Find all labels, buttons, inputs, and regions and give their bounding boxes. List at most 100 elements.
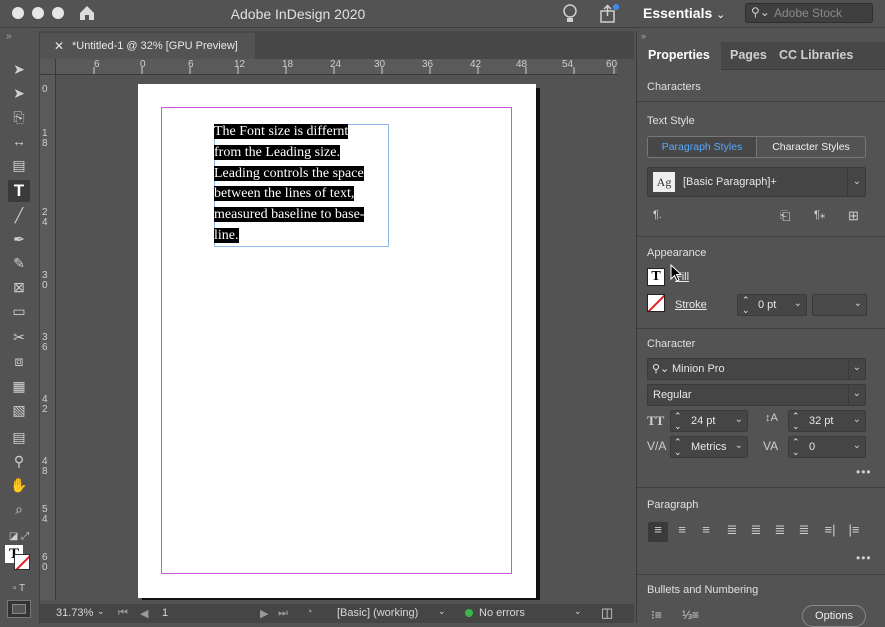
selected-text[interactable]: The Font size is differnt from the Leadi…: [214, 122, 390, 247]
tab-properties[interactable]: Properties: [648, 48, 710, 62]
open-page-icon[interactable]: ◔: [306, 606, 313, 618]
free-transform-tool-icon[interactable]: ⧈: [8, 350, 30, 372]
stepper-icon[interactable]: ⌃ ⌄: [742, 295, 750, 315]
align-right-icon[interactable]: ≡: [696, 522, 716, 542]
ruler-label: 24: [330, 59, 342, 70]
bullet-list-icon[interactable]: ⁝≡: [651, 608, 662, 622]
page-number[interactable]: 1: [162, 607, 168, 619]
document-page[interactable]: The Font size is differnt from the Leadi…: [138, 84, 536, 598]
paragraph-styles-button[interactable]: Paragraph Styles: [648, 137, 757, 157]
line-tool-icon[interactable]: ╱: [8, 204, 30, 226]
divider: [637, 328, 885, 329]
font-size-field[interactable]: ⌃ ⌄ 24 pt ⌄: [670, 410, 748, 432]
align-center-icon[interactable]: ≡: [672, 522, 692, 542]
first-page-icon[interactable]: ⏮: [118, 607, 128, 620]
fill-swatch[interactable]: T: [647, 268, 665, 286]
page-tool-icon[interactable]: ⎘: [8, 106, 30, 128]
last-page-icon[interactable]: ⏭: [278, 607, 288, 620]
vertical-ruler[interactable]: 0 1 8 2 4 3 0 3 6 4 2 4 8 5 4 6 0: [40, 75, 56, 600]
ruler-label: 36: [422, 59, 434, 70]
chevron-down-icon[interactable]: ⌄: [794, 298, 802, 309]
chevron-down-icon[interactable]: ⌄: [735, 440, 743, 451]
collapse-icon[interactable]: »: [6, 31, 12, 42]
align-away-from-spine-icon[interactable]: |≡: [844, 522, 864, 542]
document-tab[interactable]: ✕ *Untitled-1 @ 32% [GPU Preview]: [40, 33, 255, 59]
gradient-tool-icon[interactable]: ▦: [8, 375, 30, 397]
stepper-icon[interactable]: ⌃ ⌄: [792, 437, 800, 457]
tab-pages[interactable]: Pages: [730, 48, 767, 62]
zoom-tool-icon[interactable]: ⌕: [8, 498, 30, 520]
adobe-stock-search[interactable]: ⚲⌄ Adobe Stock: [745, 3, 873, 23]
leading-value: 32 pt: [809, 415, 834, 427]
note-tool-icon[interactable]: ▤: [8, 426, 30, 448]
content-collector-icon[interactable]: ▤: [8, 154, 30, 176]
more-options-icon[interactable]: •••: [856, 551, 872, 565]
stepper-icon[interactable]: ⌃ ⌄: [792, 411, 800, 431]
chevron-down-icon[interactable]: ⌄: [97, 606, 105, 617]
create-style-icon[interactable]: ⎗: [780, 208, 790, 224]
chevron-down-icon[interactable]: ⌄: [853, 414, 861, 425]
rectangle-tool-icon[interactable]: ▭: [8, 300, 30, 322]
screen-mode-icon[interactable]: [7, 600, 31, 618]
gradient-feather-tool-icon[interactable]: ▧: [8, 399, 30, 421]
direct-selection-tool-icon[interactable]: ➤: [8, 82, 30, 104]
align-toward-spine-icon[interactable]: ≡|: [820, 522, 840, 542]
stroke-weight-field[interactable]: ⌃ ⌄ 0 pt ⌄: [737, 294, 807, 316]
hand-tool-icon[interactable]: ✋: [8, 474, 30, 496]
zoom-level[interactable]: 31.73%: [56, 607, 93, 619]
preflight-profile[interactable]: [Basic] (working): [337, 607, 418, 619]
ruler-label: 48: [516, 59, 528, 70]
chevron-down-icon: ⌄: [852, 176, 861, 187]
bullets-options-button[interactable]: Options: [802, 605, 866, 627]
horizontal-ruler[interactable]: 6 0 6 12 18 24 30 36 42 48 54 60: [56, 59, 618, 75]
previous-page-icon[interactable]: ◀: [140, 607, 148, 620]
tracking-field[interactable]: ⌃ ⌄ 0 ⌄: [788, 436, 866, 458]
numbered-list-icon[interactable]: ⅓≡: [682, 608, 699, 622]
justify-center-icon[interactable]: ≣: [746, 522, 766, 542]
justify-left-icon[interactable]: ≣: [722, 522, 742, 542]
stroke-label[interactable]: Stroke: [675, 299, 707, 311]
gap-tool-icon[interactable]: ↔: [8, 130, 30, 152]
fill-stroke-swatch[interactable]: T: [5, 545, 33, 573]
leading-field[interactable]: ⌃ ⌄ 32 pt ⌄: [788, 410, 866, 432]
stroke-type-select[interactable]: ⌄: [812, 294, 867, 316]
align-left-icon[interactable]: ≡: [648, 522, 668, 542]
eyedropper-tool-icon[interactable]: ⚲: [8, 450, 30, 472]
collapse-icon[interactable]: »: [641, 31, 646, 41]
chevron-down-icon[interactable]: ⌄: [735, 414, 743, 425]
new-style-icon[interactable]: ⊞: [848, 208, 859, 224]
chevron-down-icon[interactable]: ⌄: [574, 606, 582, 617]
workspace-switcher[interactable]: Essentials ⌄: [643, 5, 725, 21]
chevron-down-icon[interactable]: ⌄: [438, 606, 446, 617]
rectangle-frame-tool-icon[interactable]: ⊠: [8, 276, 30, 298]
font-style-select[interactable]: Regular ⌄: [647, 384, 866, 406]
more-options-icon[interactable]: •••: [856, 465, 872, 479]
stroke-swatch[interactable]: [647, 294, 665, 312]
split-view-icon[interactable]: ◫: [601, 605, 613, 621]
tab-cc-libraries[interactable]: CC Libraries: [779, 48, 853, 62]
font-family-select[interactable]: ⚲⌄ Minion Pro ⌄: [647, 358, 866, 380]
type-tool-icon[interactable]: T: [8, 180, 30, 202]
next-page-icon[interactable]: ▶: [260, 607, 268, 620]
selection-tool-icon[interactable]: ➤: [8, 58, 30, 80]
ruler-origin[interactable]: [40, 59, 56, 75]
justify-right-icon[interactable]: ≣: [770, 522, 790, 542]
pasteboard[interactable]: The Font size is differnt from the Leadi…: [56, 75, 618, 600]
clear-overrides-icon[interactable]: ¶⁎: [814, 208, 825, 221]
close-tab-icon[interactable]: ✕: [54, 39, 64, 53]
share-icon[interactable]: [598, 3, 620, 25]
character-styles-button[interactable]: Character Styles: [757, 137, 865, 157]
kerning-field[interactable]: ⌃ ⌄ Metrics ⌄: [670, 436, 748, 458]
chevron-down-icon[interactable]: ⌄: [853, 440, 861, 451]
lightbulb-icon[interactable]: [561, 3, 579, 25]
stepper-icon[interactable]: ⌃ ⌄: [674, 437, 682, 457]
pencil-tool-icon[interactable]: ✎: [8, 252, 30, 274]
paragraph-style-select[interactable]: Ag [Basic Paragraph]+ ⌄: [647, 167, 866, 197]
scissors-tool-icon[interactable]: ✂: [8, 326, 30, 348]
pilcrow-icon[interactable]: ¶.: [653, 209, 662, 221]
formatting-container-icon[interactable]: ▫ T: [8, 577, 30, 599]
justify-all-icon[interactable]: ≣: [794, 522, 814, 542]
stepper-icon[interactable]: ⌃ ⌄: [674, 411, 682, 431]
pen-tool-icon[interactable]: ✒: [8, 228, 30, 250]
swap-fill-stroke-icon[interactable]: ◪ ⤢: [8, 525, 30, 547]
